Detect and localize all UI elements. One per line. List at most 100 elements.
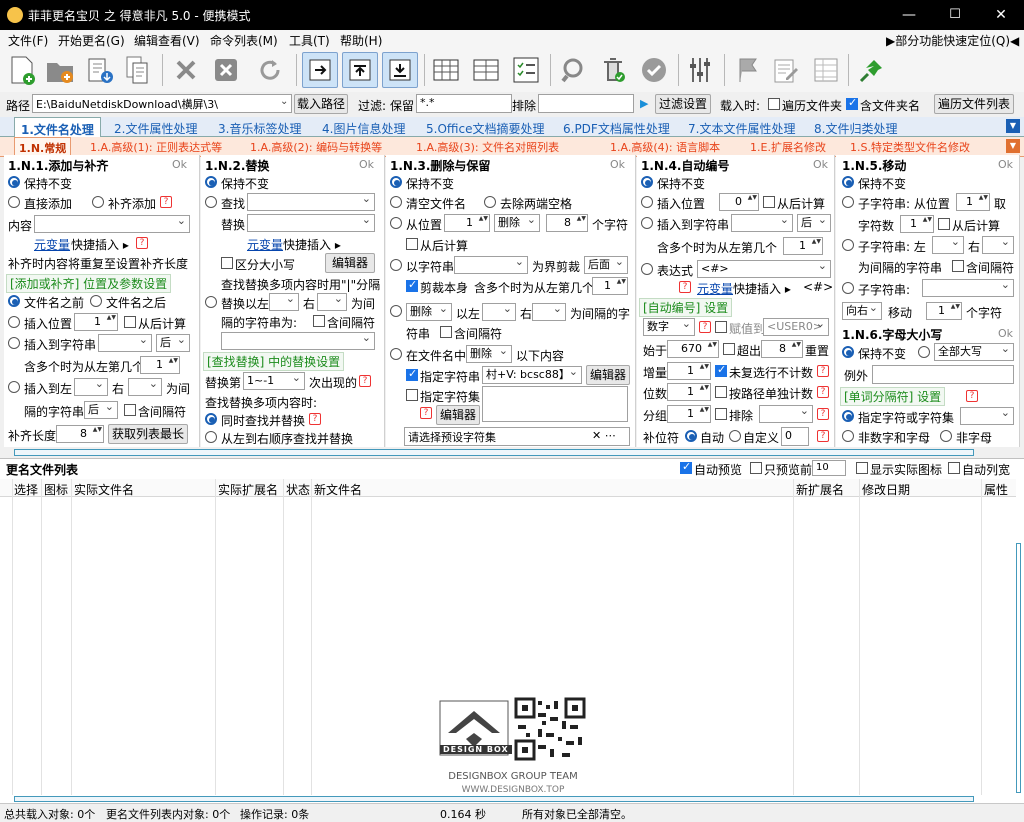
load-path-button[interactable]: 载入路径 bbox=[294, 94, 348, 114]
delete-count-stepper[interactable]: 8 bbox=[546, 214, 588, 232]
quick-insert-menu[interactable]: 快捷插入 ▸ bbox=[283, 236, 341, 253]
contains-sep-checkbox[interactable] bbox=[124, 404, 136, 416]
tab-text-attributes[interactable]: 7.文本文件属性处理 bbox=[682, 117, 801, 137]
tab-file-classify[interactable]: 8.文件归类处理 bbox=[808, 117, 903, 137]
spec-char-select[interactable] bbox=[960, 407, 1014, 425]
menu-start-rename[interactable]: 开始更名(G) bbox=[58, 32, 125, 49]
move-down-icon[interactable] bbox=[382, 52, 418, 88]
tab-pdf-attributes[interactable]: 6.PDF文档属性处理 bbox=[557, 117, 676, 137]
quick-locate-menu[interactable]: ▶部分功能快速定位(Q)◀ bbox=[886, 32, 1019, 49]
keep-radio[interactable] bbox=[390, 176, 402, 188]
editor-button[interactable]: 编辑器 bbox=[325, 253, 375, 273]
replace-left-radio[interactable] bbox=[205, 296, 217, 308]
clear-icon[interactable] bbox=[208, 52, 244, 88]
list-scroll-handle[interactable] bbox=[1016, 543, 1021, 793]
after-select-2[interactable]: 后 bbox=[84, 401, 118, 419]
trash-icon[interactable] bbox=[596, 52, 632, 88]
column-attributes[interactable]: 属性 bbox=[984, 481, 1008, 498]
from-back-checkbox[interactable] bbox=[938, 218, 950, 230]
expand-right-icon[interactable] bbox=[302, 52, 338, 88]
keep-radio[interactable] bbox=[842, 176, 854, 188]
insert-position-radio[interactable] bbox=[641, 196, 653, 208]
help-icon[interactable]: ? bbox=[966, 390, 978, 402]
menu-tools[interactable]: 工具(T) bbox=[289, 32, 330, 49]
subtabs-overflow-icon[interactable]: ▼ bbox=[1006, 139, 1020, 153]
multi-stepper[interactable]: 1 bbox=[592, 277, 628, 295]
menu-help[interactable]: 帮助(H) bbox=[340, 32, 382, 49]
menu-edit-view[interactable]: 编辑查看(V) bbox=[134, 32, 200, 49]
refresh-icon[interactable] bbox=[252, 52, 288, 88]
help-icon[interactable]: ? bbox=[817, 408, 829, 420]
traverse-list-button[interactable]: 遍历文件列表 bbox=[934, 94, 1014, 114]
quick-insert-menu[interactable]: 快捷插入 ▸ bbox=[733, 280, 791, 297]
subtab-extension[interactable]: 1.E.扩展名修改 bbox=[746, 137, 830, 155]
right-select[interactable] bbox=[128, 378, 162, 396]
exceed-checkbox[interactable] bbox=[723, 343, 735, 355]
tab-file-attributes[interactable]: 2.文件属性处理 bbox=[108, 117, 203, 137]
right-select[interactable] bbox=[532, 303, 566, 321]
char-count-stepper[interactable]: 1 bbox=[900, 215, 934, 233]
find-radio[interactable] bbox=[205, 196, 217, 208]
digits-stepper[interactable]: 1 bbox=[667, 383, 711, 401]
insert-position-radio[interactable] bbox=[8, 316, 20, 328]
substr-from-radio[interactable] bbox=[842, 196, 854, 208]
tabs-overflow-icon[interactable]: ▼ bbox=[1006, 119, 1020, 133]
subtab-mapping[interactable]: 1.A.高级(3): 文件名对照列表 bbox=[412, 137, 563, 155]
path-input[interactable]: E:\BaiduNetdiskDownload\横屏\3\ bbox=[32, 94, 292, 113]
move-up-icon[interactable] bbox=[342, 52, 378, 88]
subtab-encoding[interactable]: 1.A.高级(2): 编码与转换等 bbox=[246, 137, 386, 155]
copy-list-icon[interactable] bbox=[120, 52, 156, 88]
help-icon[interactable]: ? bbox=[160, 196, 172, 208]
right-select[interactable] bbox=[982, 236, 1014, 254]
help-icon[interactable]: ? bbox=[679, 281, 691, 293]
column-extension[interactable]: 实际扩展名 bbox=[218, 481, 278, 498]
delete-select[interactable]: 删除 bbox=[494, 214, 540, 232]
substr-input[interactable] bbox=[922, 279, 1014, 297]
in-filename-radio[interactable] bbox=[390, 348, 402, 360]
content-input[interactable] bbox=[34, 215, 190, 233]
replace-input[interactable] bbox=[247, 214, 375, 232]
from-back-checkbox[interactable] bbox=[763, 196, 775, 208]
search-icon[interactable] bbox=[556, 52, 592, 88]
meta-variable-link[interactable]: 元变量 bbox=[247, 236, 283, 253]
from-back-checkbox[interactable] bbox=[406, 238, 418, 250]
after-select[interactable]: 后 bbox=[156, 334, 190, 352]
increment-stepper[interactable]: 1 bbox=[667, 362, 711, 380]
traverse-folders-checkbox[interactable] bbox=[768, 98, 780, 110]
menu-command-list[interactable]: 命令列表(M) bbox=[210, 32, 278, 49]
grid-view-icon[interactable] bbox=[468, 52, 504, 88]
find-input[interactable] bbox=[247, 193, 375, 211]
contains-sep-checkbox[interactable] bbox=[313, 315, 325, 327]
charset-textarea[interactable] bbox=[482, 386, 628, 422]
trim-spaces-radio[interactable] bbox=[484, 196, 496, 208]
import-icon[interactable] bbox=[82, 52, 118, 88]
boundary-string-input[interactable] bbox=[454, 256, 528, 274]
help-icon[interactable]: ? bbox=[699, 321, 711, 333]
left-select[interactable] bbox=[932, 236, 964, 254]
left-select[interactable] bbox=[482, 303, 516, 321]
get-max-length-button[interactable]: 获取列表最长 bbox=[108, 424, 188, 444]
case-mode-radio[interactable] bbox=[918, 346, 930, 358]
editor-button-2[interactable]: 编辑器 bbox=[436, 405, 480, 425]
direction-select[interactable]: 向右 bbox=[842, 302, 882, 320]
by-string-radio[interactable] bbox=[390, 259, 402, 271]
help-icon[interactable]: ? bbox=[817, 365, 829, 377]
minimize-button-2[interactable]: — bbox=[886, 0, 932, 30]
tab-office-summary[interactable]: 5.Office文档摘要处理 bbox=[420, 117, 550, 137]
after-filename-radio[interactable] bbox=[90, 295, 102, 307]
subtab-specific-type[interactable]: 1.S.特定类型文件名修改 bbox=[846, 137, 974, 155]
exclude-checkbox[interactable] bbox=[715, 408, 727, 420]
specified-string-input[interactable]: 村+V: bcsc88】 bbox=[482, 366, 582, 384]
insert-string-radio[interactable] bbox=[8, 337, 20, 349]
column-modified-date[interactable]: 修改日期 bbox=[862, 481, 910, 498]
non-letter-radio[interactable] bbox=[940, 430, 952, 442]
case-sensitive-checkbox[interactable] bbox=[221, 257, 233, 269]
column-select[interactable]: 选择 bbox=[14, 481, 38, 498]
column-new-filename[interactable]: 新文件名 bbox=[314, 481, 362, 498]
insert-left-radio[interactable] bbox=[8, 381, 20, 393]
edit-icon[interactable] bbox=[768, 52, 804, 88]
keep-filter-input[interactable]: *.* bbox=[416, 94, 512, 113]
clear-filename-radio[interactable] bbox=[390, 196, 402, 208]
substr-left-radio[interactable] bbox=[842, 239, 854, 251]
insert-string-radio[interactable] bbox=[641, 217, 653, 229]
